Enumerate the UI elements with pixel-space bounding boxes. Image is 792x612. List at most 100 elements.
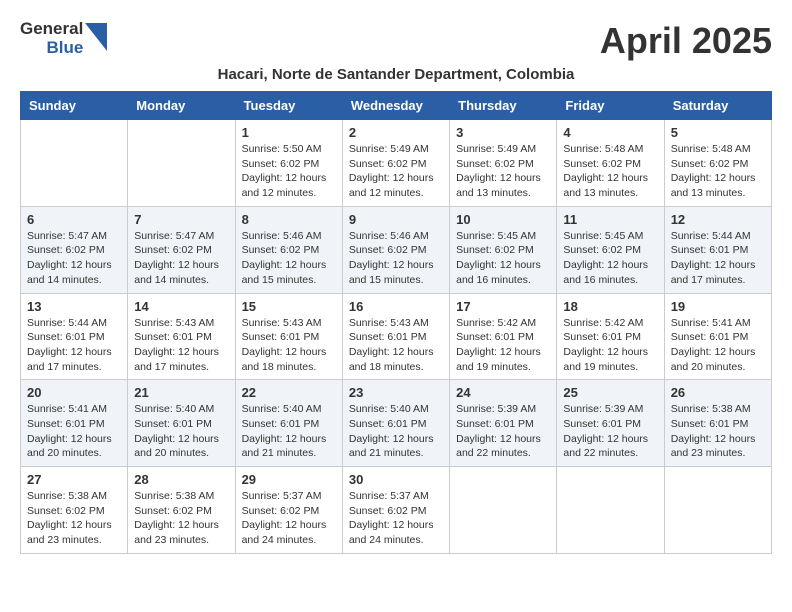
logo-blue: Blue [46,39,83,58]
calendar-cell: 26 Sunrise: 5:38 AM Sunset: 6:01 PM Dayli… [664,380,771,467]
logo-triangle-icon [85,23,107,55]
day-info: Sunrise: 5:40 AM Sunset: 6:01 PM Dayligh… [134,402,228,461]
header-monday: Monday [128,92,235,120]
calendar-cell: 22 Sunrise: 5:40 AM Sunset: 6:01 PM Dayli… [235,380,342,467]
day-info: Sunrise: 5:48 AM Sunset: 6:02 PM Dayligh… [563,142,657,201]
calendar-cell: 5Sunrise: 5:48 AM Sunset: 6:02 PM Daylig… [664,120,771,207]
day-number: 3 [456,125,550,140]
calendar-cell: 21 Sunrise: 5:40 AM Sunset: 6:01 PM Dayli… [128,380,235,467]
day-info: Sunrise: 5:40 AM Sunset: 6:01 PM Dayligh… [349,402,443,461]
day-info: Sunrise: 5:41 AM Sunset: 6:01 PM Dayligh… [671,316,765,375]
day-info: Sunrise: 5:37 AM Sunset: 6:02 PM Dayligh… [242,489,336,548]
calendar-cell [557,467,664,554]
day-number: 18 [563,299,657,314]
day-info: Sunrise: 5:42 AM Sunset: 6:01 PM Dayligh… [456,316,550,375]
day-number: 21 [134,385,228,400]
calendar-cell: 25 Sunrise: 5:39 AM Sunset: 6:01 PM Dayli… [557,380,664,467]
day-number: 2 [349,125,443,140]
day-info: Sunrise: 5:45 AM Sunset: 6:02 PM Dayligh… [563,229,657,288]
day-number: 8 [242,212,336,227]
calendar: SundayMondayTuesdayWednesdayThursdayFrid… [20,91,772,554]
day-number: 27 [27,472,121,487]
day-info: Sunrise: 5:46 AM Sunset: 6:02 PM Dayligh… [242,229,336,288]
day-number: 19 [671,299,765,314]
day-info: Sunrise: 5:38 AM Sunset: 6:01 PM Dayligh… [671,402,765,461]
day-info: Sunrise: 5:41 AM Sunset: 6:01 PM Dayligh… [27,402,121,461]
calendar-cell [21,120,128,207]
month-title: April 2025 [600,20,772,62]
week-row-2: 6Sunrise: 5:47 AM Sunset: 6:02 PM Daylig… [21,206,772,293]
day-info: Sunrise: 5:43 AM Sunset: 6:01 PM Dayligh… [349,316,443,375]
day-number: 30 [349,472,443,487]
logo: General Blue [20,20,107,57]
calendar-cell: 15 Sunrise: 5:43 AM Sunset: 6:01 PM Dayli… [235,293,342,380]
calendar-cell [128,120,235,207]
day-info: Sunrise: 5:40 AM Sunset: 6:01 PM Dayligh… [242,402,336,461]
header-thursday: Thursday [450,92,557,120]
day-info: Sunrise: 5:37 AM Sunset: 6:02 PM Dayligh… [349,489,443,548]
calendar-cell: 24 Sunrise: 5:39 AM Sunset: 6:01 PM Dayli… [450,380,557,467]
day-number: 11 [563,212,657,227]
location-title: Hacari, Norte de Santander Department, C… [20,66,772,83]
day-info: Sunrise: 5:47 AM Sunset: 6:02 PM Dayligh… [27,229,121,288]
day-number: 22 [242,385,336,400]
calendar-cell: 4 Sunrise: 5:48 AM Sunset: 6:02 PM Daylig… [557,120,664,207]
day-number: 4 [563,125,657,140]
calendar-cell: 12 Sunrise: 5:44 AM Sunset: 6:01 PM Dayli… [664,206,771,293]
calendar-cell: 17 Sunrise: 5:42 AM Sunset: 6:01 PM Dayli… [450,293,557,380]
calendar-cell: 1 Sunrise: 5:50 AM Sunset: 6:02 PM Daylig… [235,120,342,207]
calendar-cell: 28Sunrise: 5:38 AM Sunset: 6:02 PM Dayli… [128,467,235,554]
calendar-cell: 23 Sunrise: 5:40 AM Sunset: 6:01 PM Dayli… [342,380,449,467]
calendar-cell: 6Sunrise: 5:47 AM Sunset: 6:02 PM Daylig… [21,206,128,293]
day-info: Sunrise: 5:45 AM Sunset: 6:02 PM Dayligh… [456,229,550,288]
day-info: Sunrise: 5:43 AM Sunset: 6:01 PM Dayligh… [242,316,336,375]
day-info: Sunrise: 5:49 AM Sunset: 6:02 PM Dayligh… [456,142,550,201]
day-number: 29 [242,472,336,487]
day-number: 28 [134,472,228,487]
header: General Blue April 2025 [20,20,772,62]
calendar-header-row: SundayMondayTuesdayWednesdayThursdayFrid… [21,92,772,120]
day-info: Sunrise: 5:46 AM Sunset: 6:02 PM Dayligh… [349,229,443,288]
day-number: 12 [671,212,765,227]
calendar-cell: 8 Sunrise: 5:46 AM Sunset: 6:02 PM Daylig… [235,206,342,293]
day-number: 20 [27,385,121,400]
week-row-1: 1 Sunrise: 5:50 AM Sunset: 6:02 PM Daylig… [21,120,772,207]
day-info: Sunrise: 5:44 AM Sunset: 6:01 PM Dayligh… [27,316,121,375]
header-saturday: Saturday [664,92,771,120]
calendar-cell: 9 Sunrise: 5:46 AM Sunset: 6:02 PM Daylig… [342,206,449,293]
calendar-cell: 27Sunrise: 5:38 AM Sunset: 6:02 PM Dayli… [21,467,128,554]
day-number: 17 [456,299,550,314]
day-number: 15 [242,299,336,314]
day-number: 10 [456,212,550,227]
calendar-cell: 14Sunrise: 5:43 AM Sunset: 6:01 PM Dayli… [128,293,235,380]
calendar-cell [664,467,771,554]
week-row-3: 13Sunrise: 5:44 AM Sunset: 6:01 PM Dayli… [21,293,772,380]
day-info: Sunrise: 5:49 AM Sunset: 6:02 PM Dayligh… [349,142,443,201]
day-number: 14 [134,299,228,314]
day-info: Sunrise: 5:42 AM Sunset: 6:01 PM Dayligh… [563,316,657,375]
day-info: Sunrise: 5:47 AM Sunset: 6:02 PM Dayligh… [134,229,228,288]
header-tuesday: Tuesday [235,92,342,120]
calendar-cell [450,467,557,554]
day-number: 26 [671,385,765,400]
calendar-cell: 29 Sunrise: 5:37 AM Sunset: 6:02 PM Dayli… [235,467,342,554]
day-info: Sunrise: 5:39 AM Sunset: 6:01 PM Dayligh… [563,402,657,461]
day-info: Sunrise: 5:39 AM Sunset: 6:01 PM Dayligh… [456,402,550,461]
day-number: 1 [242,125,336,140]
day-info: Sunrise: 5:44 AM Sunset: 6:01 PM Dayligh… [671,229,765,288]
day-number: 24 [456,385,550,400]
day-number: 9 [349,212,443,227]
calendar-cell: 30 Sunrise: 5:37 AM Sunset: 6:02 PM Dayli… [342,467,449,554]
calendar-cell: 11 Sunrise: 5:45 AM Sunset: 6:02 PM Dayli… [557,206,664,293]
week-row-4: 20 Sunrise: 5:41 AM Sunset: 6:01 PM Dayli… [21,380,772,467]
calendar-cell: 10 Sunrise: 5:45 AM Sunset: 6:02 PM Dayli… [450,206,557,293]
calendar-cell: 18 Sunrise: 5:42 AM Sunset: 6:01 PM Dayli… [557,293,664,380]
day-number: 23 [349,385,443,400]
day-number: 25 [563,385,657,400]
calendar-cell: 19 Sunrise: 5:41 AM Sunset: 6:01 PM Dayli… [664,293,771,380]
day-number: 16 [349,299,443,314]
day-info: Sunrise: 5:50 AM Sunset: 6:02 PM Dayligh… [242,142,336,201]
logo-general: General [20,20,83,39]
week-row-5: 27Sunrise: 5:38 AM Sunset: 6:02 PM Dayli… [21,467,772,554]
calendar-cell: 20 Sunrise: 5:41 AM Sunset: 6:01 PM Dayli… [21,380,128,467]
